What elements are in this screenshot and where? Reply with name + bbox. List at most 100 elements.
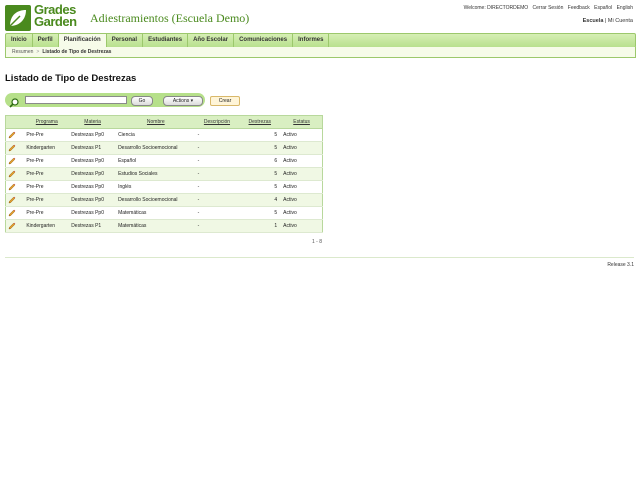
nav-item-perfil[interactable]: Perfil	[33, 34, 59, 47]
feedback-link[interactable]: Feedback	[568, 5, 590, 11]
breadcrumb-separator: >	[36, 49, 40, 55]
edit-cell	[5, 180, 25, 194]
column-header-destrezas[interactable]: Destrezas	[238, 115, 282, 129]
nav-item-comunicaciones[interactable]: Comunicaciones	[234, 34, 294, 47]
cell-materia: Destrezas Pp0	[69, 180, 117, 194]
edit-cell	[5, 128, 25, 142]
nav-item-planificacion[interactable]: Planificación	[58, 34, 107, 47]
column-header-descripcion[interactable]: Descripción	[195, 115, 239, 129]
pencil-icon[interactable]	[8, 170, 16, 178]
cell-materia: Destrezas P1	[69, 141, 117, 155]
breadcrumb: Resumen > Listado de Tipo de Destrezas	[5, 47, 636, 58]
cell-estatus: Activo	[281, 193, 323, 207]
table-row: Pre-Pre Destrezas Pp0 Desarrollo Socioemoc…	[5, 193, 323, 207]
cell-descripcion: -	[195, 206, 239, 220]
search-input[interactable]	[25, 96, 127, 104]
cell-descripcion: -	[195, 141, 239, 155]
edit-cell	[5, 193, 25, 207]
column-header-materia[interactable]: Materia	[69, 115, 117, 129]
cell-nombre: Estudios Sociales	[116, 167, 196, 181]
cell-programa: Pre-Pre	[24, 180, 70, 194]
edit-cell	[5, 154, 25, 168]
go-button[interactable]: Go	[131, 96, 153, 106]
nav-item-estudiantes[interactable]: Estudiantes	[143, 34, 189, 47]
pencil-icon[interactable]	[8, 209, 16, 217]
pencil-icon[interactable]	[8, 157, 16, 165]
actions-button[interactable]: Actions ▾	[163, 96, 203, 106]
nav-item-personal[interactable]: Personal	[107, 34, 144, 47]
cell-descripcion: -	[195, 219, 239, 233]
cell-destrezas: 5	[238, 206, 282, 220]
cell-estatus: Activo	[281, 219, 323, 233]
main-nav: Inicio Perfil Planificación Personal Est…	[5, 33, 636, 48]
logout-link[interactable]: Cerrar Sesión	[533, 5, 564, 11]
cell-destrezas: 6	[238, 154, 282, 168]
cell-descripcion: -	[195, 167, 239, 181]
pencil-icon[interactable]	[8, 222, 16, 230]
cell-programa: Pre-Pre	[24, 154, 70, 168]
cell-nombre: Español	[116, 154, 196, 168]
nav-item-inicio[interactable]: Inicio	[6, 34, 33, 47]
edit-cell	[5, 141, 25, 155]
cell-estatus: Activo	[281, 180, 323, 194]
edit-cell	[5, 206, 25, 220]
cell-destrezas: 5	[238, 180, 282, 194]
nav-item-ano-escolar[interactable]: Año Escolar	[188, 34, 235, 47]
pencil-icon[interactable]	[8, 131, 16, 139]
search-bar: Go Actions ▾	[5, 93, 205, 108]
table-body: Pre-Pre Destrezas Pp0 Ciencia -5 Activo Kinde…	[5, 128, 323, 233]
breadcrumb-resumen[interactable]: Resumen	[12, 49, 33, 55]
footer-divider	[5, 257, 634, 258]
school-title: Adiestramientos (Escuela Demo)	[90, 11, 250, 25]
table-row: Pre-Pre Destrezas Pp0 Estudios Sociales -5 A…	[5, 167, 323, 181]
cell-estatus: Activo	[281, 141, 323, 155]
pencil-icon[interactable]	[8, 183, 16, 191]
english-link[interactable]: English	[617, 5, 633, 11]
cell-materia: Destrezas Pp0	[69, 154, 117, 168]
nav-item-informes[interactable]: Informes	[293, 34, 330, 47]
cell-nombre: Desarrollo Socioemocional	[116, 141, 196, 155]
breadcrumb-current: Listado de Tipo de Destrezas	[42, 49, 112, 55]
cell-materia: Destrezas Pp0	[69, 193, 117, 207]
edit-cell	[5, 167, 25, 181]
cell-destrezas: 5	[238, 128, 282, 142]
table-row: Pre-Pre Destrezas Pp0 Ciencia -5 Activo	[5, 128, 323, 142]
column-header-nombre[interactable]: Nombre	[116, 115, 196, 129]
pencil-icon[interactable]	[8, 196, 16, 204]
cell-nombre: Matemáticas	[116, 206, 196, 220]
column-header-estatus[interactable]: Estatus	[281, 115, 323, 129]
cell-nombre: Matemáticas	[116, 219, 196, 233]
table-header-row: Programa Materia Nombre Descripción Dest…	[5, 115, 323, 129]
pencil-icon[interactable]	[8, 144, 16, 152]
cell-destrezas: 5	[238, 141, 282, 155]
pager: 1 - 8	[312, 239, 323, 245]
cell-programa: Kindergarten	[24, 141, 70, 155]
cell-nombre: Ciencia	[116, 128, 196, 142]
my-account-link[interactable]: Mi Cuenta	[608, 18, 633, 24]
table-row: Pre-Pre Destrezas Pp0 Español -6 Activo	[5, 154, 323, 168]
table-row: Kindergarten Destrezas P1 Matemáticas -1 Act…	[5, 219, 323, 233]
skills-type-table: Programa Materia Nombre Descripción Dest…	[5, 115, 323, 233]
edit-column-header	[5, 115, 25, 129]
school-link[interactable]: Escuela	[583, 18, 604, 24]
spanish-link[interactable]: Español	[594, 5, 612, 11]
cell-descripcion: -	[195, 128, 239, 142]
cell-programa: Pre-Pre	[24, 167, 70, 181]
account-links: Escuela | Mi Cuenta	[583, 18, 633, 24]
cell-materia: Destrezas Pp0	[69, 206, 117, 220]
create-button[interactable]: Crear	[210, 96, 240, 106]
brand-line2: Garden	[34, 14, 77, 29]
cell-destrezas: 4	[238, 193, 282, 207]
column-header-programa[interactable]: Programa	[24, 115, 70, 129]
magnifier-icon	[9, 95, 19, 108]
cell-programa: Pre-Pre	[24, 206, 70, 220]
cell-estatus: Activo	[281, 154, 323, 168]
cell-estatus: Activo	[281, 167, 323, 181]
edit-cell	[5, 219, 25, 233]
cell-programa: Pre-Pre	[24, 193, 70, 207]
release-version: Release 3.1	[607, 262, 634, 268]
cell-nombre: Desarrollo Socioemocional	[116, 193, 196, 207]
cell-estatus: Activo	[281, 206, 323, 220]
page-title: Listado de Tipo de Destrezas	[5, 73, 137, 84]
grades-garden-logo[interactable]: Grades Garden	[5, 3, 83, 31]
